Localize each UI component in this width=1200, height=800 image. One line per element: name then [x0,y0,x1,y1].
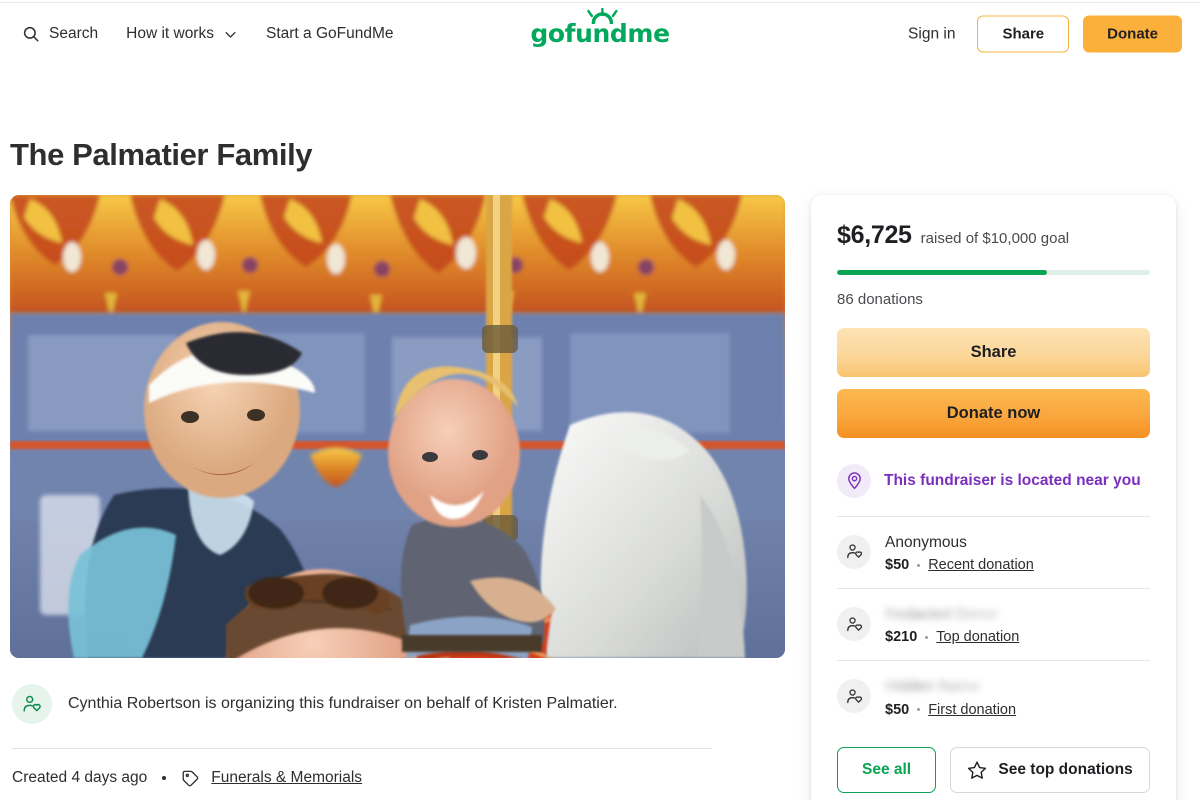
main-column: Cynthia Robertson is organizing this fun… [10,194,785,788]
site-header: Search How it works Start a GoFundMe gof… [0,3,1200,65]
organizer-row: Cynthia Robertson is organizing this fun… [10,658,785,748]
chevron-down-icon [223,27,238,42]
page-title: The Palmatier Family [10,137,313,172]
nav-how-it-works[interactable]: How it works [126,17,252,51]
location-pin-icon [845,471,864,490]
near-you-text: This fundraiser is located near you [884,471,1141,489]
donor-name: Anonymous [885,533,967,551]
donation-row[interactable]: Hidden Name $50 First donation [837,661,1150,732]
donations-count: 86 donations [837,290,923,308]
donor-amount: $210 [885,629,918,646]
donor-avatar [837,679,871,714]
person-heart-icon [845,687,864,706]
see-all-button[interactable]: See all [837,746,937,793]
donation-row[interactable]: Redacted Donor $210 Top donation [837,589,1150,660]
see-top-donations-label: See top donations [998,760,1133,778]
card-actions: See all See top donations [837,733,1150,793]
donor-meta: $50 Recent donation [885,557,1034,573]
near-you-banner: This fundraiser is located near you [837,458,1150,516]
nav-start-gofundme-label: Start a GoFundMe [265,25,394,42]
donation-card: $6,725 raised of $10,000 goal 86 donatio… [811,194,1176,800]
donor-separator-dot [925,635,929,639]
donor-tag[interactable]: First donation [928,702,1016,718]
created-date: Created 4 days ago [12,769,148,787]
campaign-hero-photo[interactable] [10,194,785,658]
sidebar-donate-button[interactable]: Donate now [837,388,1150,438]
person-heart-icon [845,542,864,561]
primary-nav: Search How it works Start a GoFundMe [22,17,408,51]
organizer-text: Cynthia Robertson is organizing this fun… [68,694,618,712]
meta-separator-dot [162,776,167,781]
donor-avatar [837,607,871,642]
donor-meta: $210 Top donation [885,629,1019,645]
donor-tag[interactable]: Recent donation [928,557,1034,573]
content-columns: Cynthia Robertson is organizing this fun… [10,194,1190,800]
location-pin-badge [837,463,871,498]
person-heart-icon [21,693,43,715]
donor-separator-dot [917,563,921,567]
page-body: The Palmatier Family Cynthia Robertson i… [0,137,1200,800]
donor-amount: $50 [885,701,910,718]
donor-amount: $50 [885,557,910,574]
nav-start-gofundme[interactable]: Start a GoFundMe [266,17,408,51]
star-icon [967,760,987,780]
sunburst-icon [582,8,622,24]
donor-name-redacted: Hidden Name [885,678,980,696]
person-heart-icon [845,615,864,634]
donation-sidebar: $6,725 raised of $10,000 goal 86 donatio… [811,194,1176,800]
sign-in-link[interactable]: Sign in [900,19,963,49]
donation-row[interactable]: Anonymous $50 Recent donation [837,517,1150,588]
campaign-meta: Created 4 days ago Funerals & Memorials [10,749,785,788]
header-donate-button[interactable]: Donate [1083,15,1182,53]
progress-bar-fill [837,269,1047,275]
donor-tag[interactable]: Top donation [936,629,1019,645]
raised-amount: $6,725 [837,220,912,249]
donor-separator-dot [917,708,921,712]
donor-meta: $50 First donation [885,702,1016,718]
donor-info: Anonymous $50 Recent donation [885,533,1034,573]
carousel-family-photo [10,194,785,658]
nav-search[interactable]: Search [22,17,112,51]
donor-avatar [837,534,871,569]
raised-summary: $6,725 raised of $10,000 goal [837,221,1150,250]
category-link[interactable]: Funerals & Memorials [211,769,362,787]
gofundme-logo[interactable]: gofundme [530,8,670,47]
donor-info: Hidden Name $50 First donation [885,677,1016,717]
nav-search-label: Search [49,25,99,42]
header-share-button[interactable]: Share [977,15,1070,53]
sidebar-share-button[interactable]: Share [837,327,1150,377]
see-top-donations-button[interactable]: See top donations [950,746,1150,793]
goal-text: raised of $10,000 goal [920,229,1070,247]
progress-bar [837,269,1150,275]
donor-name-redacted: Redacted Donor [885,606,998,624]
nav-how-it-works-label: How it works [126,25,214,42]
search-icon [22,25,40,43]
organizer-avatar [12,683,52,724]
tag-icon [181,769,200,788]
header-actions: Sign in Share Donate [900,15,1182,53]
donor-info: Redacted Donor $210 Top donation [885,605,1019,645]
